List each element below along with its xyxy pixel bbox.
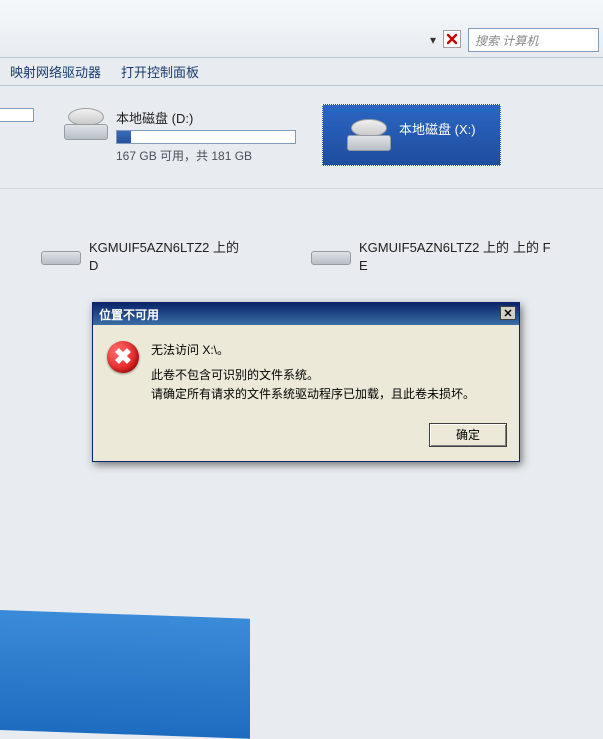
address-close-icon[interactable]: [443, 30, 461, 48]
toolbar: 映射网络驱动器 打开控制面板: [0, 58, 603, 86]
usage-bar: [0, 108, 34, 122]
drive-label: 本地磁盘 (D:): [116, 108, 296, 127]
dialog-message-line: 无法访问 X:\。: [151, 341, 475, 360]
search-input[interactable]: 搜索 计算机: [468, 28, 599, 52]
network-drive-label: KGMUIF5AZN6LTZ2 上的 E: [359, 239, 521, 274]
local-drives-section: 7.5 GB 本地磁盘 (D:) 167 GB 可用，共 181 GB 本地磁盘…: [0, 86, 603, 189]
dialog-message-line: 请确定所有请求的文件系统驱动程序已加载，且此卷未损坏。: [151, 385, 475, 404]
network-drive-label: KGMUIF5AZN6LTZ2 上的 D: [89, 239, 251, 274]
usage-bar: [116, 130, 296, 144]
hard-drive-icon: [311, 239, 351, 269]
drive-item-d[interactable]: 本地磁盘 (D:) 167 GB 可用，共 181 GB: [60, 104, 300, 168]
taskbar: [0, 610, 250, 739]
network-drive-item[interactable]: 上的 F: [513, 239, 551, 274]
hard-drive-icon: [41, 239, 81, 269]
error-icon: ✖: [107, 341, 139, 373]
drive-label: 本地磁盘 (X:): [399, 119, 476, 138]
address-bar-area: ▾ 搜索 计算机: [0, 0, 603, 58]
dialog-message-line: 此卷不包含可识别的文件系统。: [151, 366, 475, 385]
search-placeholder: 搜索 计算机: [475, 32, 538, 49]
error-dialog: 位置不可用 ✕ ✖ 无法访问 X:\。 此卷不包含可识别的文件系统。 请确定所有…: [92, 302, 520, 462]
drive-item-x-selected[interactable]: 本地磁盘 (X:): [322, 104, 501, 166]
hard-drive-icon: [64, 108, 108, 140]
dialog-title-text: 位置不可用: [99, 306, 159, 323]
usage-text: 7.5 GB: [0, 125, 34, 139]
dialog-titlebar[interactable]: 位置不可用 ✕: [93, 303, 519, 325]
dialog-close-button[interactable]: ✕: [500, 306, 516, 320]
open-control-panel-button[interactable]: 打开控制面板: [121, 62, 199, 81]
network-drive-item[interactable]: KGMUIF5AZN6LTZ2 上的 D: [41, 239, 251, 274]
dialog-message: 无法访问 X:\。 此卷不包含可识别的文件系统。 请确定所有请求的文件系统驱动程…: [151, 341, 475, 405]
map-network-drive-button[interactable]: 映射网络驱动器: [10, 62, 101, 81]
usage-text: 167 GB 可用，共 181 GB: [116, 147, 296, 164]
ok-button[interactable]: 确定: [429, 423, 507, 447]
address-dropdown-icon[interactable]: ▾: [425, 32, 441, 48]
hard-drive-icon: [347, 119, 391, 151]
network-drive-label: 上的 F: [513, 239, 551, 257]
network-drive-item[interactable]: KGMUIF5AZN6LTZ2 上的 E: [311, 239, 521, 274]
drive-item[interactable]: 7.5 GB: [0, 104, 38, 143]
